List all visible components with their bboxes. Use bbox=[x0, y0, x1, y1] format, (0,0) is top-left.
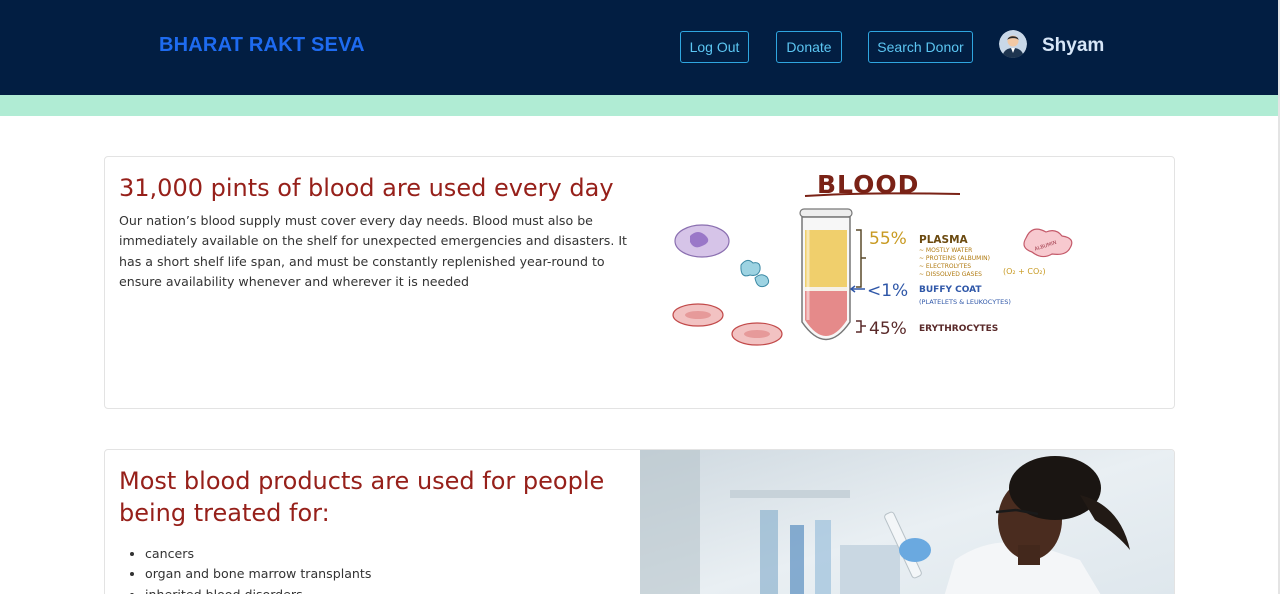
blood-products-card: Most blood products are used for people … bbox=[104, 449, 1175, 594]
plasma-layer bbox=[805, 230, 847, 287]
accent-band bbox=[0, 95, 1278, 116]
conditions-list: cancers organ and bone marrow transplant… bbox=[145, 544, 371, 594]
buffy-percent: <1% bbox=[867, 281, 908, 301]
card-title: Most blood products are used for people … bbox=[119, 467, 605, 527]
list-item: organ and bone marrow transplants bbox=[145, 564, 371, 584]
donate-button[interactable]: Donate bbox=[776, 31, 842, 63]
logout-button[interactable]: Log Out bbox=[680, 31, 749, 63]
plasma-item: ~ PROTEINS (ALBUMIN) bbox=[919, 255, 990, 262]
plasma-label: PLASMA bbox=[919, 234, 969, 246]
blood-composition-figure: BLOOD 55% PLASMA ~ MOSTLY WATER ~ PROTEI… bbox=[672, 170, 1073, 346]
brand-logo[interactable]: BHARAT RAKT SEVA bbox=[159, 34, 365, 57]
list-item: cancers bbox=[145, 544, 371, 564]
gases-note: (O₂ + CO₂) bbox=[1003, 267, 1046, 276]
erythrocyte-label: ERYTHROCYTES bbox=[919, 324, 998, 334]
navbar: BHARAT RAKT SEVA Log Out Donate Search D… bbox=[0, 0, 1278, 95]
buffy-sublabel: (PLATELETS & LEUKOCYTES) bbox=[919, 298, 1011, 306]
buffy-label: BUFFY COAT bbox=[919, 285, 982, 295]
red-cell-icon bbox=[672, 303, 783, 346]
platelet-icon bbox=[740, 259, 770, 288]
blood-usage-card: 31,000 pints of blood are used every day… bbox=[104, 156, 1175, 409]
test-tube bbox=[799, 208, 853, 341]
plasma-percent: 55% bbox=[869, 229, 907, 249]
plasma-item: ~ DISSOLVED GASES bbox=[919, 271, 982, 278]
buffy-coat-layer bbox=[805, 287, 847, 291]
plasma-item: ~ ELECTROLYTES bbox=[919, 263, 971, 270]
card-body-text: Our nation’s blood supply must cover eve… bbox=[119, 213, 627, 289]
user-avatar-icon[interactable] bbox=[999, 30, 1027, 58]
white-cell-icon bbox=[674, 224, 730, 258]
search-donor-button[interactable]: Search Donor bbox=[868, 31, 973, 63]
erythrocyte-percent: 45% bbox=[869, 319, 907, 339]
albumin-icon: ALBUMIN bbox=[1023, 228, 1073, 258]
username-label[interactable]: Shyam bbox=[1042, 35, 1104, 57]
card-title: 31,000 pints of blood are used every day bbox=[119, 174, 614, 202]
lab-scientist-photo bbox=[640, 450, 1174, 594]
plasma-item: ~ MOSTLY WATER bbox=[919, 247, 972, 254]
list-item: inherited blood disorders bbox=[145, 585, 371, 594]
